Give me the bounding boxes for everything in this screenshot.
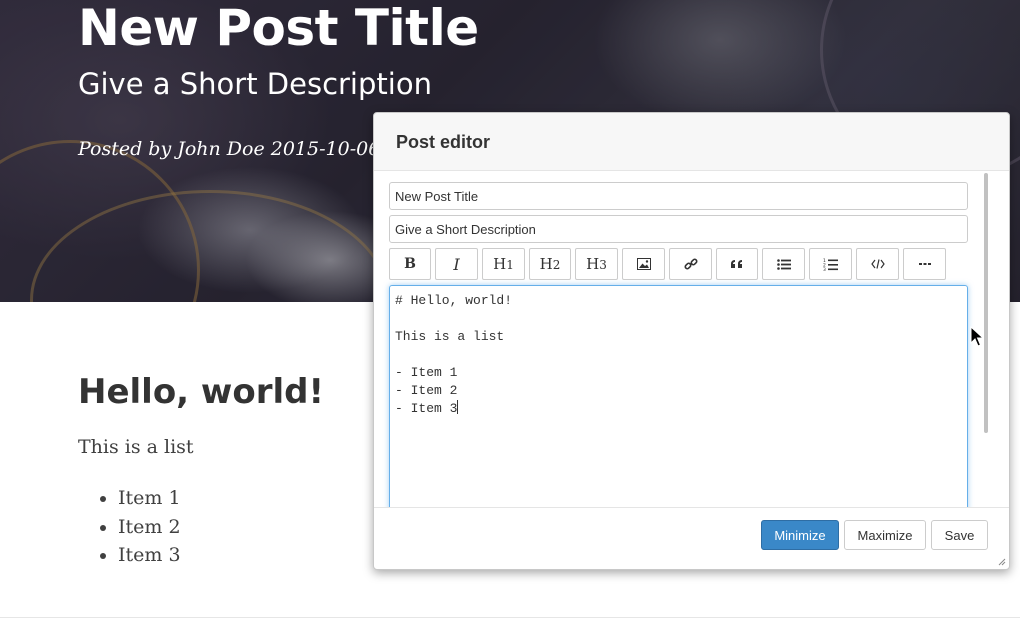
article-list: Item 1 Item 2 Item 3	[78, 484, 324, 570]
bold-button[interactable]: B	[389, 248, 431, 280]
post-subtitle: Give a Short Description	[78, 67, 432, 101]
numbered-list-button[interactable]: 123	[809, 248, 852, 280]
text-caret	[457, 400, 459, 414]
heading-3-button[interactable]: H3	[575, 248, 618, 280]
svg-text:3: 3	[823, 267, 826, 271]
image-icon	[636, 258, 651, 270]
maximize-button[interactable]: Maximize	[844, 520, 926, 550]
heading-3-icon: H3	[586, 255, 607, 273]
numbered-list-icon: 123	[823, 258, 838, 271]
mouse-cursor-icon	[970, 326, 984, 347]
resize-grip-icon[interactable]	[998, 558, 1006, 566]
divider	[0, 617, 1020, 618]
list-item: Item 2	[118, 513, 324, 542]
scrollbar[interactable]	[984, 173, 988, 433]
post-editor-dialog: Post editor B I H1 H2 H3	[373, 112, 1010, 570]
more-icon	[918, 263, 931, 265]
editor-header[interactable]: Post editor	[374, 113, 1009, 171]
code-icon	[870, 259, 885, 269]
link-icon	[683, 258, 698, 270]
quote-icon	[731, 260, 742, 268]
article-paragraph: This is a list	[78, 436, 194, 458]
hero-decoration	[0, 140, 200, 302]
heading-2-button[interactable]: H2	[529, 248, 571, 280]
bulleted-list-icon	[776, 258, 791, 270]
description-input[interactable]	[389, 215, 968, 243]
markdown-content: # Hello, world! This is a list - Item 1 …	[395, 293, 513, 416]
italic-button[interactable]: I	[435, 248, 478, 280]
heading-2-icon: H2	[539, 255, 561, 273]
link-button[interactable]	[669, 248, 712, 280]
list-item: Item 1	[118, 484, 324, 513]
article-body: Hello, world! This is a list Item 1 Item…	[78, 370, 324, 570]
bulleted-list-button[interactable]	[762, 248, 805, 280]
title-input[interactable]	[389, 182, 968, 210]
heading-1-button[interactable]: H1	[482, 248, 525, 280]
article-heading: Hello, world!	[78, 372, 324, 412]
more-button[interactable]	[903, 248, 946, 280]
markdown-textarea[interactable]: # Hello, world! This is a list - Item 1 …	[389, 285, 968, 507]
heading-1-icon: H1	[493, 255, 514, 273]
italic-icon: I	[453, 254, 460, 274]
post-title: New Post Title	[78, 0, 479, 57]
code-button[interactable]	[856, 248, 899, 280]
save-button[interactable]: Save	[931, 520, 988, 550]
editor-body: B I H1 H2 H3	[374, 171, 994, 507]
editor-footer: Minimize Maximize Save	[374, 507, 1009, 569]
quote-button[interactable]	[716, 248, 758, 280]
hero-decoration	[30, 190, 390, 302]
minimize-button[interactable]: Minimize	[761, 520, 839, 550]
editor-title: Post editor	[396, 132, 491, 152]
formatting-toolbar: B I H1 H2 H3 1 2 3	[389, 248, 994, 280]
image-button[interactable]	[622, 248, 665, 280]
list-item: Item 3	[118, 541, 324, 570]
bold-icon: B	[404, 256, 416, 272]
